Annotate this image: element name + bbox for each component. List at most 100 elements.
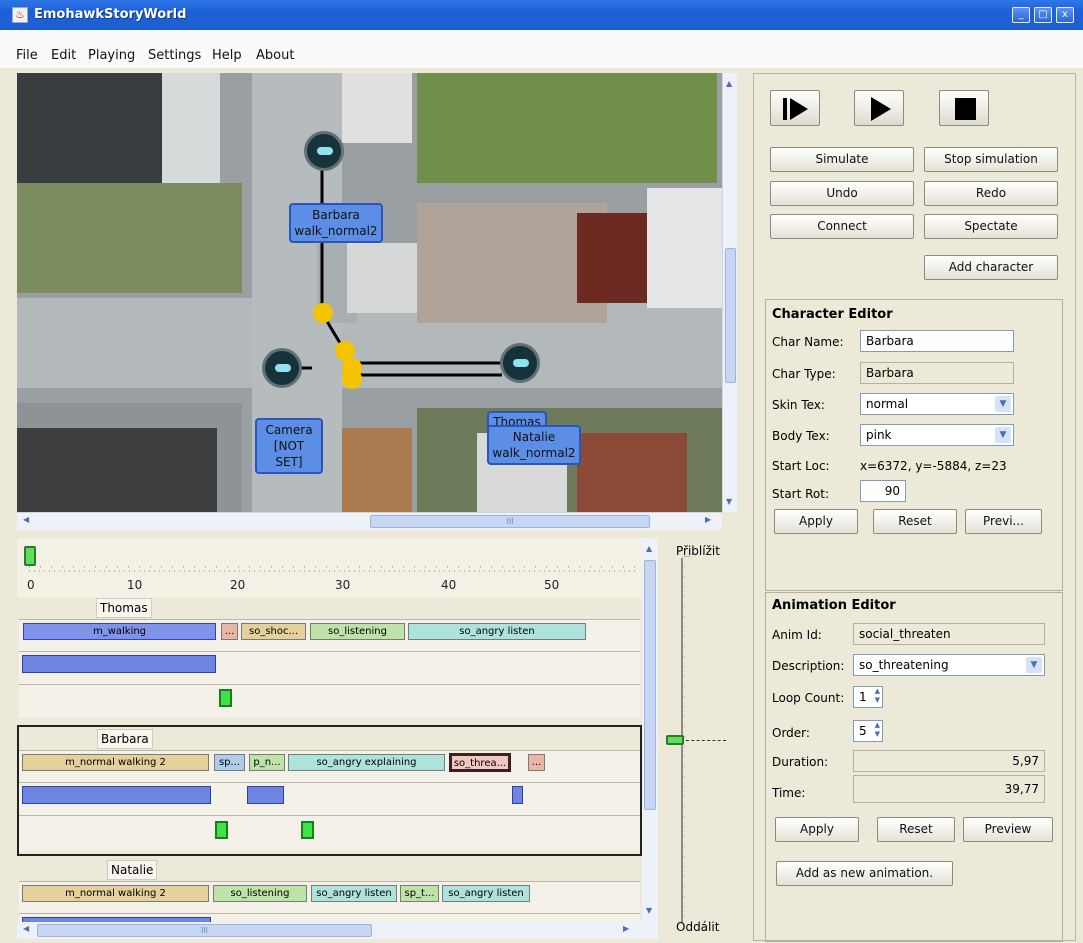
add-character-button[interactable]: Add character [924, 255, 1058, 280]
segment-p-n[interactable]: p_n... [249, 754, 285, 771]
map-view[interactable]: Barbara walk_normal2 Camera [NOT SET] Th… [17, 73, 722, 512]
waypoint-marker[interactable] [313, 303, 333, 323]
stop-simulation-button[interactable]: Stop simulation [924, 147, 1058, 172]
camera-label[interactable]: Camera [NOT SET] [255, 418, 323, 474]
loop-count-spinner[interactable]: 1 ▲ ▼ [853, 686, 883, 708]
description-dropdown[interactable]: so_threatening ▼ [853, 654, 1045, 676]
scroll-left-icon[interactable]: ◀ [23, 924, 29, 933]
start-rot-field[interactable]: 90 [860, 480, 906, 502]
timeline-horizontal-scrollbar[interactable]: ◀ III ▶ [17, 922, 658, 939]
menu-edit[interactable]: Edit [51, 48, 76, 63]
segment-so-angry-listen[interactable]: so_angry listen [408, 623, 586, 640]
maximize-button[interactable]: □ [1034, 7, 1052, 23]
timeline-vertical-scrollbar[interactable]: ▲ ▼ [642, 538, 658, 922]
char-name-field[interactable]: Barbara [860, 330, 1014, 352]
barbara-node-icon[interactable] [304, 131, 344, 171]
movement-bar[interactable] [22, 655, 216, 673]
spinner-arrows-icon[interactable]: ▲ ▼ [875, 721, 880, 739]
map-vertical-scrollbar[interactable]: ▲ ▼ [722, 73, 737, 512]
step-play-button[interactable] [770, 90, 820, 126]
scroll-left-icon[interactable]: ◀ [23, 515, 29, 524]
segment-ellipsis[interactable]: ... [221, 623, 238, 640]
anim-apply-button[interactable]: Apply [775, 817, 859, 842]
track-row-thomas-markers [19, 684, 640, 718]
natalie-node-icon[interactable] [500, 343, 540, 383]
zoom-thumb[interactable] [666, 735, 684, 745]
map-hscroll-thumb[interactable]: III [370, 515, 650, 528]
segment-sp[interactable]: sp... [214, 754, 245, 771]
java-app-icon: ♨ [12, 7, 28, 23]
movement-bar[interactable] [247, 786, 284, 804]
segment-sp-t[interactable]: sp_t... [400, 885, 439, 902]
scroll-down-icon[interactable]: ▼ [646, 906, 652, 915]
scroll-down-icon[interactable]: ▼ [726, 497, 732, 506]
connect-button[interactable]: Connect [770, 214, 914, 239]
movement-bar[interactable] [512, 786, 523, 804]
segment-so-threa-selected[interactable]: so_threa... [449, 753, 511, 772]
segment-so-listening[interactable]: so_listening [213, 885, 307, 902]
segment-m-walking[interactable]: m_walking [23, 623, 216, 640]
zoom-slider[interactable]: Přiblížit Oddálit [660, 538, 740, 943]
event-marker[interactable] [219, 689, 232, 707]
event-marker[interactable] [301, 821, 314, 839]
dropdown-arrow-icon[interactable]: ▼ [995, 427, 1011, 443]
track-name-barbara[interactable]: Barbara [97, 729, 153, 749]
natalie-label[interactable]: Natalie walk_normal2 [487, 425, 581, 465]
scroll-up-icon[interactable]: ▲ [726, 79, 732, 88]
order-spinner[interactable]: 5 ▲ ▼ [853, 720, 883, 742]
waypoint-marker[interactable] [342, 369, 362, 389]
menu-file[interactable]: File [16, 48, 38, 63]
camera-node-icon[interactable] [262, 348, 302, 388]
close-button[interactable]: x [1056, 7, 1074, 23]
segment-ellipsis[interactable]: ... [528, 754, 545, 771]
skin-tex-dropdown[interactable]: normal ▼ [860, 393, 1014, 415]
body-tex-dropdown[interactable]: pink ▼ [860, 424, 1014, 446]
spectate-button[interactable]: Spectate [924, 214, 1058, 239]
stop-button[interactable] [939, 90, 989, 126]
char-preview-button[interactable]: Previ... [965, 509, 1042, 534]
scroll-right-icon[interactable]: ▶ [623, 924, 629, 933]
time-ruler[interactable]: 0 10 20 30 40 50 [17, 538, 642, 598]
tick-label: 10 [127, 578, 143, 592]
add-new-animation-button[interactable]: Add as new animation. [776, 861, 953, 886]
simulate-button[interactable]: Simulate [770, 147, 914, 172]
anim-reset-button[interactable]: Reset [877, 817, 955, 842]
timeline-hscroll-thumb[interactable]: III [37, 924, 372, 937]
segment-so-angry-listen[interactable]: so_angry listen [442, 885, 530, 902]
char-reset-button[interactable]: Reset [873, 509, 957, 534]
track-name-natalie[interactable]: Natalie [107, 860, 158, 880]
dropdown-arrow-icon[interactable]: ▼ [1026, 657, 1042, 673]
segment-so-angry-listen[interactable]: so_angry listen [311, 885, 397, 902]
playhead-handle[interactable] [24, 546, 36, 566]
menu-settings[interactable]: Settings [148, 48, 201, 63]
movement-bar[interactable] [22, 786, 211, 804]
spinner-arrows-icon[interactable]: ▲ ▼ [875, 687, 880, 705]
menu-help[interactable]: Help [212, 48, 242, 63]
minimize-button[interactable]: _ [1012, 7, 1030, 23]
undo-button[interactable]: Undo [770, 181, 914, 206]
barbara-label[interactable]: Barbara walk_normal2 [289, 203, 383, 243]
scroll-right-icon[interactable]: ▶ [705, 515, 711, 524]
segment-so-shoc[interactable]: so_shoc... [241, 623, 306, 640]
map-vscroll-thumb[interactable] [725, 248, 736, 383]
segment-m-normal-walking-2[interactable]: m_normal walking 2 [22, 754, 209, 771]
duration-label: Duration: [772, 755, 829, 769]
timeline-vscroll-thumb[interactable] [644, 560, 656, 810]
scroll-up-icon[interactable]: ▲ [646, 544, 652, 553]
play-button[interactable] [854, 90, 904, 126]
start-rot-label: Start Rot: [772, 487, 830, 501]
dropdown-arrow-icon[interactable]: ▼ [995, 396, 1011, 412]
char-apply-button[interactable]: Apply [774, 509, 858, 534]
timeline-panel[interactable]: 0 10 20 30 40 50 Thomas m_walking ... so… [17, 538, 642, 922]
segment-so-listening[interactable]: so_listening [310, 623, 405, 640]
event-marker[interactable] [215, 821, 228, 839]
anim-preview-button[interactable]: Preview [963, 817, 1053, 842]
menu-about[interactable]: About [256, 48, 294, 63]
menu-playing[interactable]: Playing [88, 48, 135, 63]
map-horizontal-scrollbar[interactable]: ◀ III ▶ [17, 512, 722, 530]
track-name-thomas[interactable]: Thomas [96, 598, 152, 618]
tick-label: 20 [230, 578, 246, 592]
segment-so-angry-explaining[interactable]: so_angry explaining [288, 754, 445, 771]
redo-button[interactable]: Redo [924, 181, 1058, 206]
segment-m-normal-walking-2[interactable]: m_normal walking 2 [22, 885, 209, 902]
